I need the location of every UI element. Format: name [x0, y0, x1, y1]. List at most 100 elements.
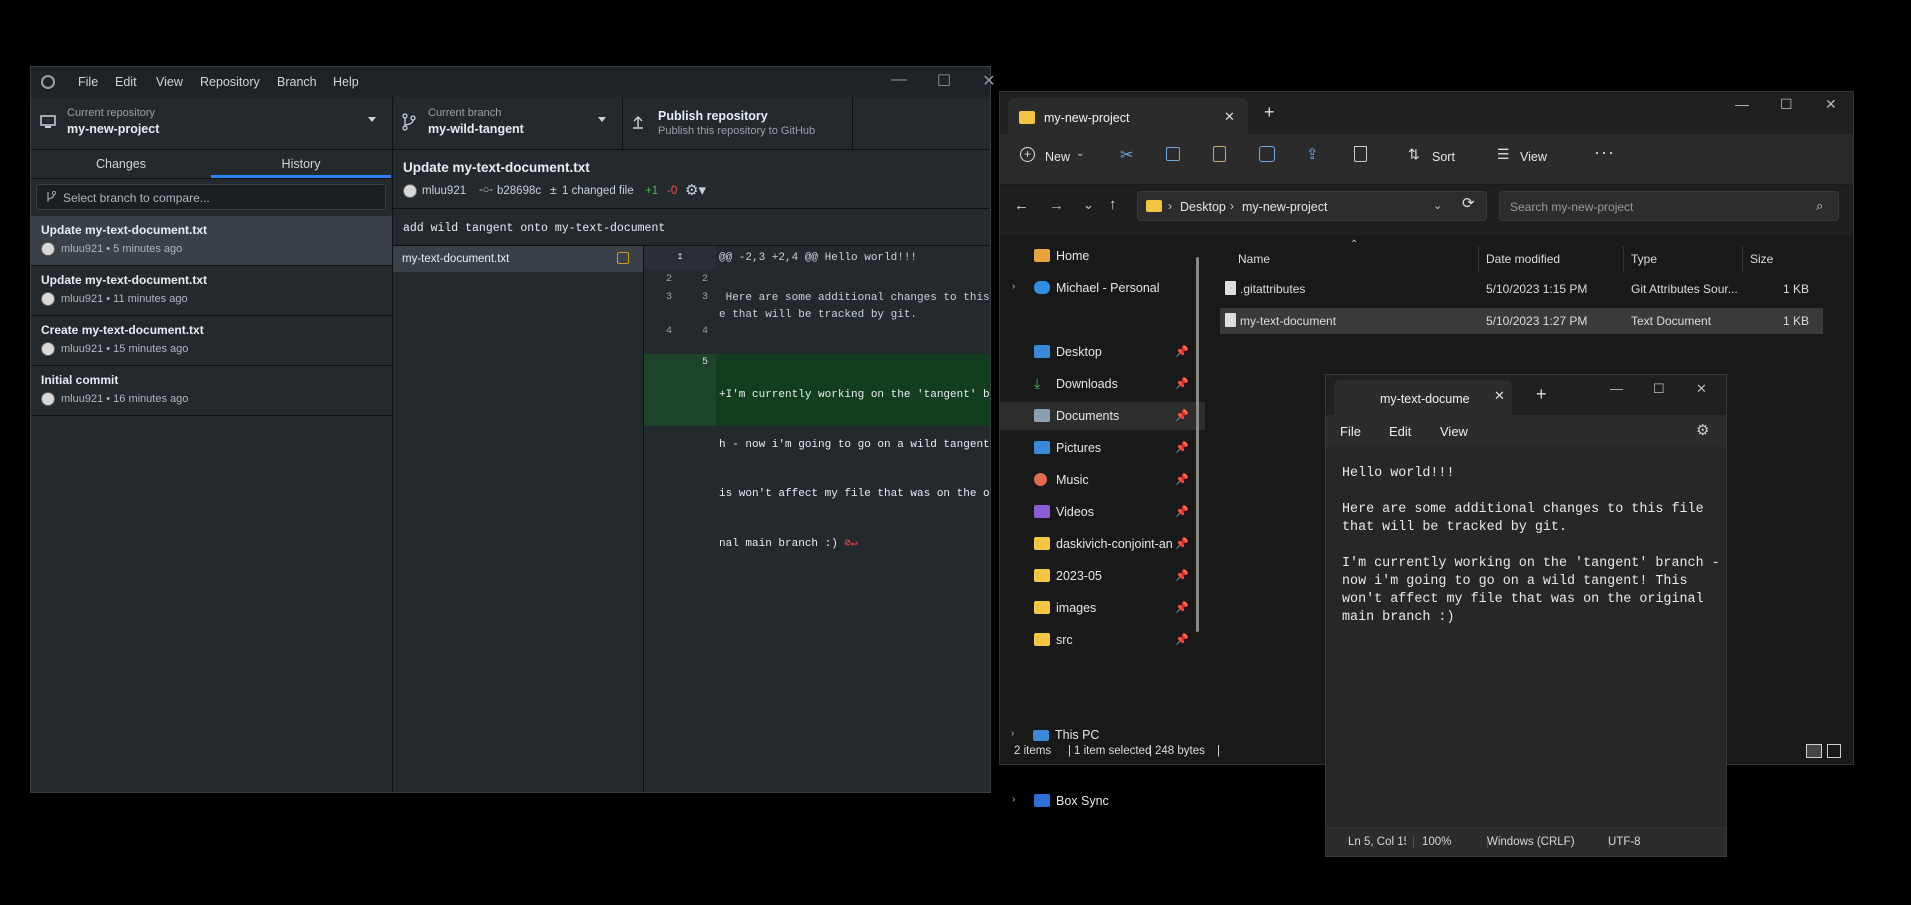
commit-meta: mluu921 • 16 minutes ago [61, 393, 189, 405]
notepad-tab[interactable]: my-text-docume [1334, 380, 1512, 415]
address-bar[interactable]: › Desktop › my-new-project ⌄ [1137, 191, 1487, 221]
menu-edit[interactable]: Edit [115, 75, 137, 89]
nav-item-this-pc[interactable]: › This PC [999, 726, 1204, 746]
menu-branch[interactable]: Branch [277, 75, 317, 89]
nav-scrollbar[interactable] [1196, 257, 1199, 632]
details-view-icon[interactable] [1806, 744, 1822, 758]
menu-edit[interactable]: Edit [1389, 424, 1411, 439]
notepad-tab-title: my-text-docume [1380, 392, 1470, 406]
maximize-icon[interactable]: ☐ [1780, 96, 1793, 113]
current-branch-button[interactable]: Current branch my-wild-tangent [392, 97, 623, 149]
file-row[interactable]: .gitattributes 5/10/2023 1:15 PM Git Att… [1220, 276, 1823, 302]
pin-icon: 📌 [1175, 474, 1189, 486]
up-icon[interactable]: ↑ [1109, 196, 1117, 213]
expand-icon[interactable]: › [1011, 728, 1014, 739]
nav-item-downloads[interactable]: ⤓ Downloads 📌 [1000, 370, 1205, 398]
commit-item[interactable]: Update my-text-document.txt mluu921 • 11… [31, 266, 392, 316]
minimize-icon[interactable]: — [1735, 96, 1749, 112]
nav-item-music[interactable]: Music 📌 [1000, 466, 1205, 494]
notepad-text-area[interactable]: Hello world!!! Here are some additional … [1342, 465, 1720, 627]
close-icon[interactable]: ✕ [1825, 96, 1837, 113]
tiles-view-icon[interactable] [1827, 744, 1841, 758]
recent-locations-icon[interactable]: ⌄ [1083, 197, 1094, 213]
file-name: .gitattributes [1240, 282, 1306, 296]
back-icon[interactable]: ← [1014, 197, 1029, 214]
cut-icon[interactable]: ✂ [1120, 145, 1133, 165]
sort-button[interactable]: Sort [1432, 150, 1455, 164]
view-button[interactable]: View [1520, 150, 1547, 164]
current-repository-button[interactable]: Current repository my-new-project [31, 97, 393, 149]
nav-item-box-sync[interactable]: › Box Sync [1000, 787, 1205, 815]
minimize-icon[interactable]: — [1610, 381, 1623, 396]
chevron-down-icon [598, 117, 606, 122]
forward-icon[interactable]: → [1049, 197, 1064, 214]
settings-gear-icon[interactable]: ⚙ [1696, 421, 1709, 439]
close-tab-icon[interactable]: ✕ [1494, 388, 1505, 404]
share-icon[interactable]: ⇪ [1306, 145, 1319, 163]
breadcrumb-desktop[interactable]: Desktop [1180, 200, 1226, 214]
close-icon[interactable]: ✕ [969, 71, 1009, 91]
column-date-modified[interactable]: Date modified [1486, 252, 1560, 266]
search-input[interactable]: Search my-new-project ⌕ [1499, 191, 1839, 221]
command-bar: + New ⌄ ✂ ⇪ ⇅ Sort ☰ View ··· [1000, 134, 1853, 185]
expand-icon[interactable]: › [1012, 794, 1015, 805]
history-sidebar: Changes History Select branch to compare… [31, 150, 393, 792]
divider [1478, 246, 1479, 272]
menu-repository[interactable]: Repository [200, 75, 260, 89]
nav-item-folder[interactable]: src 📌 [1000, 626, 1205, 654]
nav-item-pictures[interactable]: Pictures 📌 [1000, 434, 1205, 462]
branch-compare-input[interactable]: Select branch to compare... [36, 184, 386, 210]
more-options-icon[interactable]: ··· [1594, 142, 1615, 163]
rename-icon[interactable] [1259, 146, 1275, 162]
chevron-down-icon[interactable]: ⌄ [1433, 199, 1442, 212]
nav-item-folder[interactable]: 2023-05 📌 [1000, 562, 1205, 590]
new-button[interactable]: New [1045, 150, 1070, 164]
delete-icon[interactable] [1354, 146, 1367, 162]
copy-icon[interactable] [1166, 147, 1180, 161]
new-tab-icon[interactable]: + [1264, 102, 1275, 123]
paste-icon[interactable] [1213, 146, 1226, 162]
nav-item-this-pc[interactable] [1000, 820, 1205, 840]
close-icon[interactable]: ✕ [1696, 381, 1707, 397]
nav-item-folder[interactable]: daskivich-conjoint-an 📌 [1000, 530, 1205, 558]
tab-changes[interactable]: Changes [31, 150, 211, 178]
close-tab-icon[interactable]: ✕ [1224, 109, 1235, 125]
column-type[interactable]: Type [1631, 252, 1657, 266]
nav-item-folder[interactable]: images 📌 [1000, 594, 1205, 622]
nav-item-desktop[interactable]: Desktop 📌 [1000, 338, 1205, 366]
new-tab-icon[interactable]: + [1536, 384, 1547, 405]
column-name[interactable]: Name [1238, 252, 1270, 266]
menu-help[interactable]: Help [333, 75, 359, 89]
diff-added-line: nal main branch :) [719, 537, 838, 550]
nav-item-home[interactable]: Home [1000, 242, 1205, 270]
maximize-icon[interactable]: ☐ [924, 71, 964, 91]
menu-view[interactable]: View [1440, 424, 1468, 439]
nav-item-onedrive[interactable]: › Michael - Personal [1000, 274, 1205, 302]
minimize-icon[interactable]: — [879, 71, 919, 89]
commit-item[interactable]: Create my-text-document.txt mluu921 • 15… [31, 316, 392, 366]
breadcrumb-project[interactable]: my-new-project [1242, 200, 1327, 214]
notepad-titlebar: my-text-docume ✕ + — ☐ ✕ [1326, 375, 1726, 415]
column-size[interactable]: Size [1750, 252, 1773, 266]
changed-file-item[interactable]: my-text-document.txt [393, 246, 643, 272]
tab-history[interactable]: History [211, 150, 391, 178]
menu-file[interactable]: File [78, 75, 98, 89]
menu-file[interactable]: File [1340, 424, 1361, 439]
commit-item[interactable]: Update my-text-document.txt mluu921 • 5 … [31, 216, 392, 266]
nav-item-videos[interactable]: Videos 📌 [1000, 498, 1205, 526]
menu-view[interactable]: View [156, 75, 183, 89]
explorer-tab-title: my-new-project [1044, 111, 1130, 125]
file-row[interactable]: my-text-document 5/10/2023 1:27 PM Text … [1220, 308, 1823, 334]
expand-icon[interactable]: › [1012, 281, 1015, 292]
expand-hunk-icon[interactable]: ↥ [644, 246, 716, 270]
divider [1623, 246, 1624, 272]
refresh-icon[interactable]: ⟳ [1462, 194, 1475, 212]
publish-repository-button[interactable]: Publish repository Publish this reposito… [622, 97, 853, 149]
maximize-icon[interactable]: ☐ [1653, 381, 1665, 397]
gear-icon[interactable]: ⚙▾ [685, 181, 706, 199]
nav-item-documents[interactable]: Documents 📌 [1000, 402, 1205, 430]
desktop-icon [1034, 345, 1050, 358]
file-date: 5/10/2023 1:27 PM [1486, 314, 1588, 328]
explorer-tab[interactable]: my-new-project ✕ [1008, 98, 1248, 134]
commit-item[interactable]: Initial commit mluu921 • 16 minutes ago [31, 366, 392, 416]
